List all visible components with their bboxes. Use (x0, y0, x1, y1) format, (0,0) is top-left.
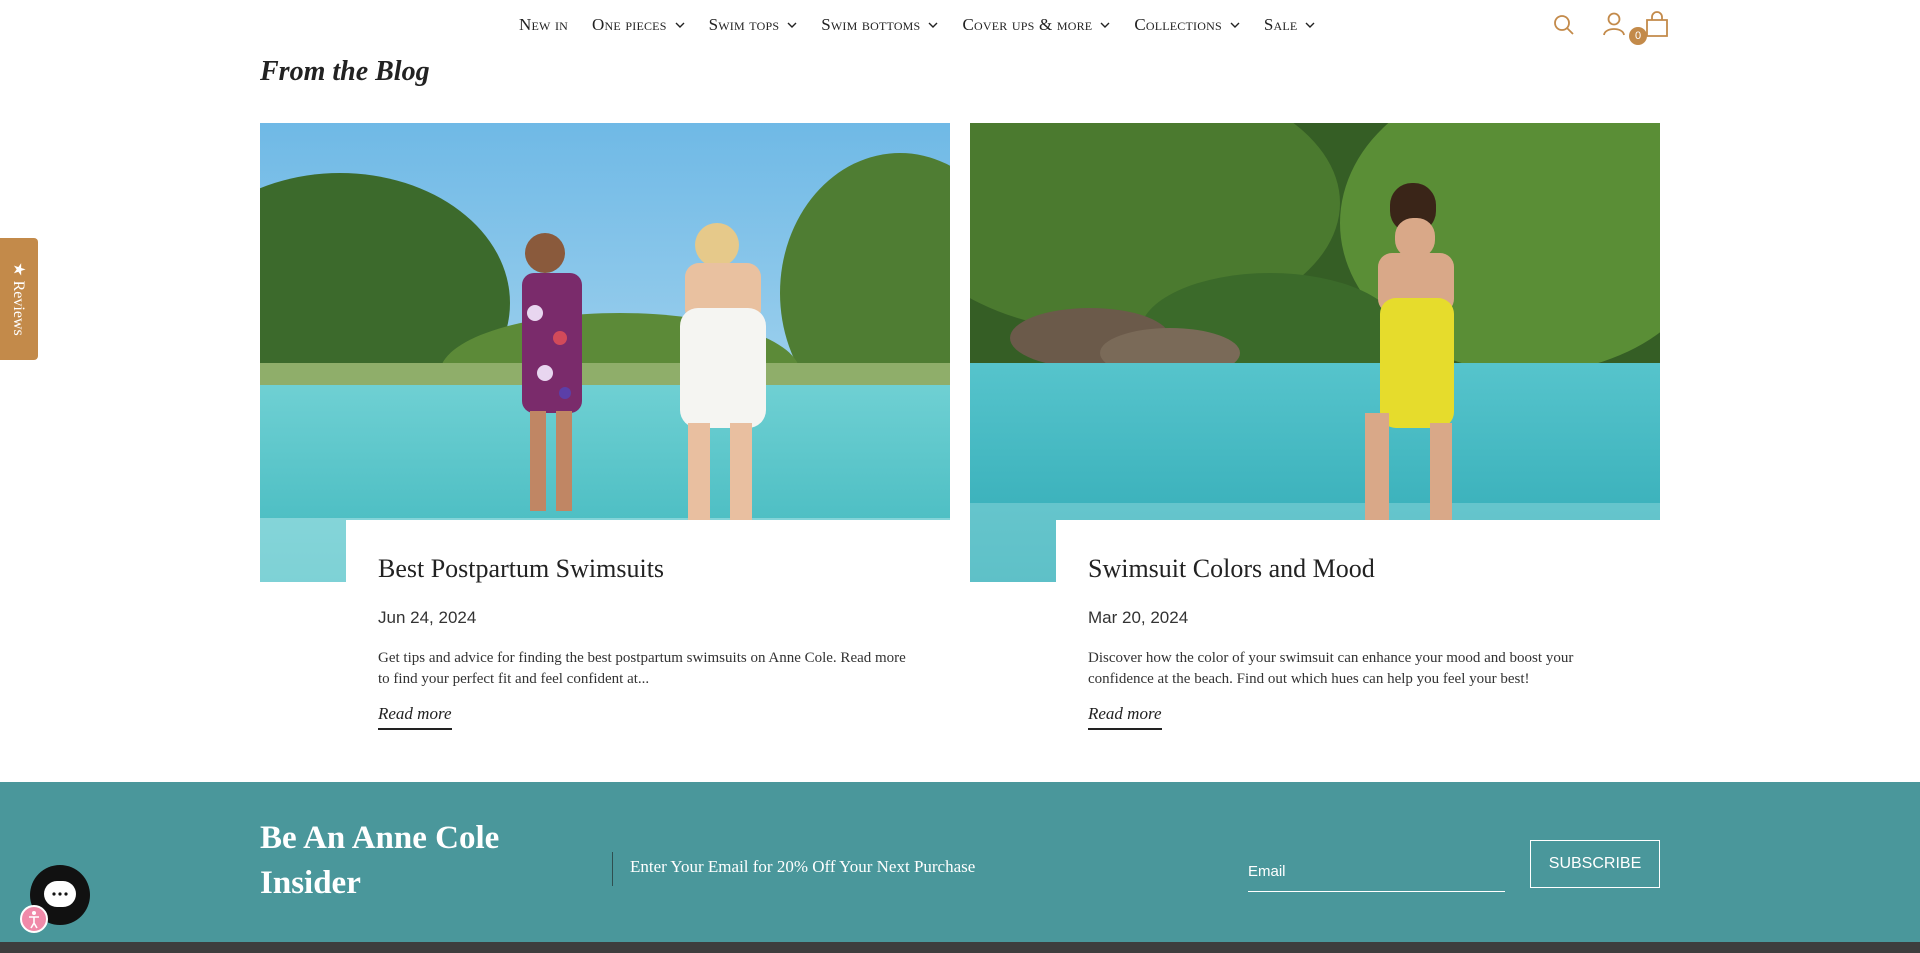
chevron-down-icon (787, 20, 797, 30)
newsletter-title: Be An Anne Cole Insider (260, 820, 500, 901)
chevron-down-icon (675, 20, 685, 30)
email-field-wrapper (1248, 852, 1505, 892)
nav-item-collections[interactable]: Collections (1134, 15, 1240, 35)
nav-item-cover-ups[interactable]: Cover ups & more (962, 15, 1110, 35)
nav-item-one-pieces[interactable]: One pieces (592, 15, 685, 35)
nav-item-swim-tops[interactable]: Swim tops (709, 15, 798, 35)
nav-item-label: Sale (1263, 15, 1298, 34)
nav-item-sale[interactable]: Sale (1264, 15, 1316, 35)
blog-post-excerpt: Discover how the color of your swimsuit … (1088, 650, 1574, 687)
blog-post-title[interactable]: Best Postpartum Swimsuits (378, 554, 950, 584)
chevron-down-icon (1100, 20, 1110, 30)
blog-post-card: Best Postpartum Swimsuits Jun 24, 2024 G… (346, 520, 950, 730)
blog-post-date: Mar 20, 2024 (1088, 608, 1189, 627)
blog-heading: From the Blog (260, 56, 430, 87)
main-menu: New in One pieces Swim tops Swim bottoms… (519, 12, 1339, 38)
read-more-link[interactable]: Read more (378, 704, 452, 730)
chat-dots-icon (52, 892, 68, 896)
nav-item-label: Collections (1134, 15, 1222, 34)
chevron-down-icon (928, 20, 938, 30)
newsletter-offer-text: Enter Your Email for 20% Off Your Next P… (630, 857, 976, 876)
nav-item-label: Swim bottoms (821, 15, 921, 34)
account-icon[interactable] (1602, 11, 1626, 37)
subscribe-button[interactable]: SUBSCRIBE (1530, 840, 1660, 888)
reviews-tab-label: ★ Reviews (10, 262, 27, 336)
divider (612, 852, 613, 886)
blog-post-title[interactable]: Swimsuit Colors and Mood (1088, 554, 1660, 584)
cart-count-badge: 0 (1629, 27, 1647, 45)
blog-post-image[interactable] (970, 123, 1660, 582)
chevron-down-icon (1230, 20, 1240, 30)
blog-post-excerpt: Get tips and advice for finding the best… (378, 650, 906, 687)
footer-bar (0, 942, 1920, 953)
blog-post-card: Swimsuit Colors and Mood Mar 20, 2024 Di… (1056, 520, 1660, 730)
nav-item-new-in[interactable]: New in (519, 15, 568, 35)
read-more-link[interactable]: Read more (1088, 704, 1162, 730)
accessibility-icon[interactable] (20, 905, 48, 933)
blog-post-date: Jun 24, 2024 (378, 608, 477, 627)
top-navigation: New in One pieces Swim tops Swim bottoms… (0, 0, 1920, 50)
chevron-down-icon (1305, 20, 1315, 30)
nav-item-label: Cover ups & more (962, 15, 1093, 34)
nav-item-swim-bottoms[interactable]: Swim bottoms (821, 15, 938, 35)
reviews-tab[interactable]: ★ Reviews (0, 238, 38, 360)
nav-item-label: Swim tops (708, 15, 780, 34)
nav-item-label: New in (519, 15, 569, 34)
email-field[interactable] (1248, 852, 1505, 891)
cart-icon[interactable] (1644, 10, 1670, 38)
newsletter-section: Be An Anne Cole Insider Enter Your Email… (0, 782, 1920, 942)
nav-item-label: One pieces (592, 15, 667, 34)
blog-post-image[interactable] (260, 123, 950, 582)
search-icon[interactable] (1552, 13, 1576, 37)
